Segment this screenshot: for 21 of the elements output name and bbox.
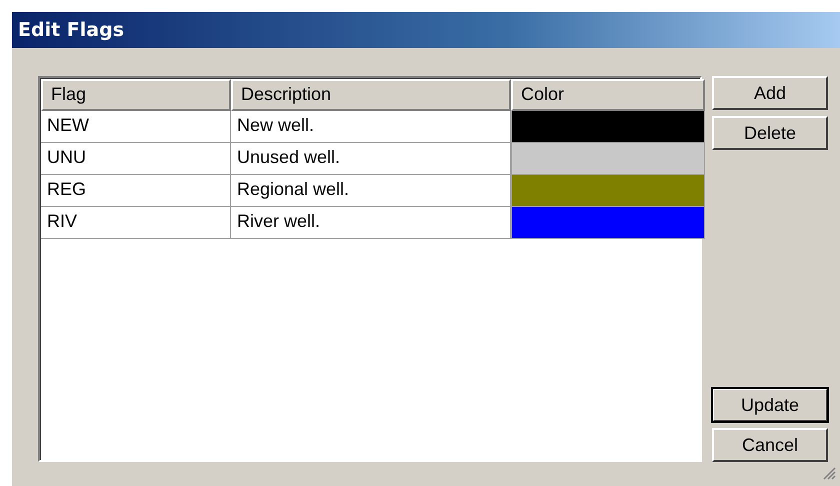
dialog-button[interactable]: Delete: [712, 116, 828, 150]
color-swatch[interactable]: [511, 111, 705, 143]
table-cell: UNU: [41, 143, 231, 175]
table-cell: REG: [41, 175, 231, 207]
resize-grip-icon[interactable]: [822, 466, 836, 480]
table-cell: RIV: [41, 207, 231, 239]
dialog-button[interactable]: Add: [712, 76, 828, 110]
color-swatch[interactable]: [511, 143, 705, 175]
table-cell: Unused well.: [231, 143, 511, 175]
dialog-button[interactable]: Update: [712, 388, 828, 422]
table-cell: NEW: [41, 111, 231, 143]
color-swatch[interactable]: [511, 175, 705, 207]
color-swatch[interactable]: [511, 207, 705, 239]
table-cell: Regional well.: [231, 175, 511, 207]
column-header[interactable]: Description: [231, 79, 511, 111]
column-header[interactable]: Color: [511, 79, 705, 111]
column-header[interactable]: Flag: [41, 79, 231, 111]
window-title: Edit Flags: [18, 19, 124, 41]
table-cell: New well.: [231, 111, 511, 143]
dialog-button[interactable]: Cancel: [712, 428, 828, 462]
table-cell: River well.: [231, 207, 511, 239]
